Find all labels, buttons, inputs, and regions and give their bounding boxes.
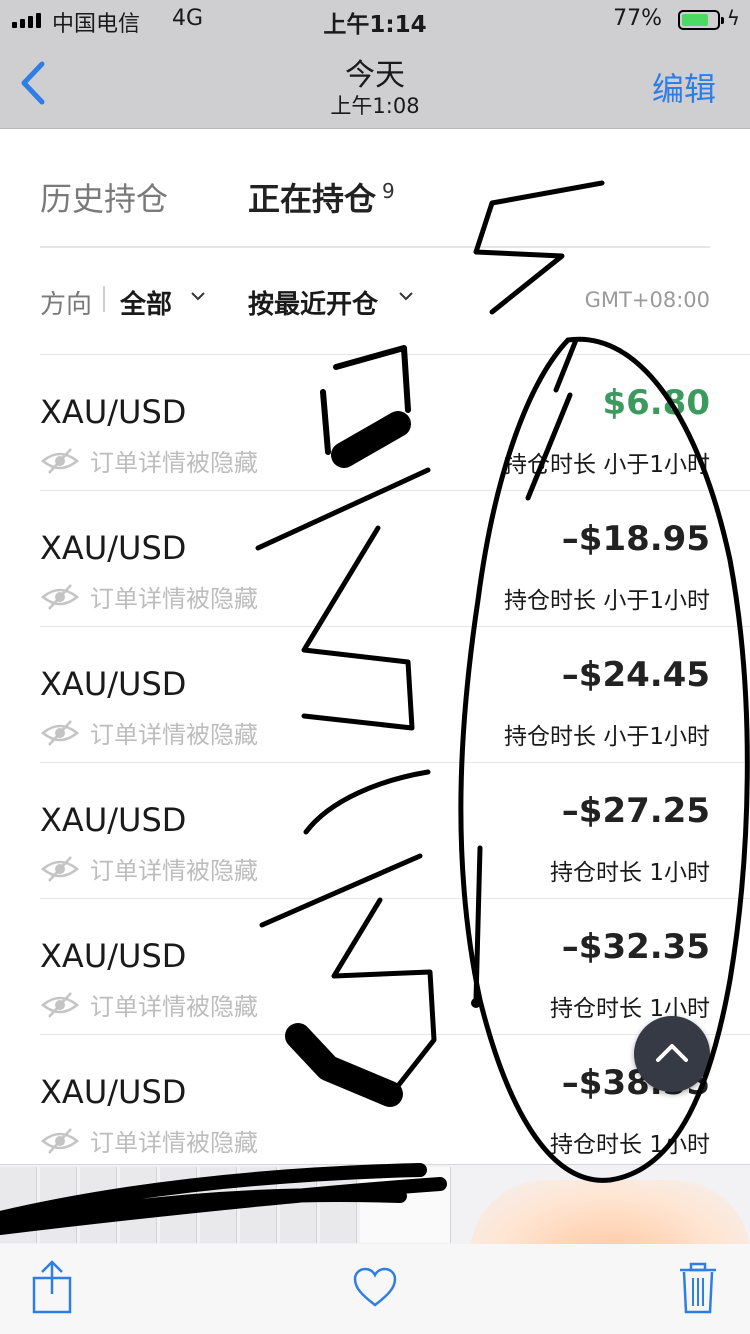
hidden-details: 订单详情被隐藏 xyxy=(40,579,258,614)
position-pnl: –$24.45 xyxy=(561,655,710,695)
battery-fill xyxy=(682,14,708,26)
hidden-details-text: 订单详情被隐藏 xyxy=(90,1129,258,1157)
photo-thumbnail[interactable] xyxy=(240,1167,277,1243)
position-row[interactable]: XAU/USD 订单详情被隐藏 $6.80 持仓时长 小于1小时 xyxy=(40,354,750,490)
open-count-badge: 9 xyxy=(382,179,395,204)
hidden-details-text: 订单详情被隐藏 xyxy=(90,721,258,749)
charging-bolt-icon: ϟ xyxy=(726,6,740,30)
photo-thumbnail[interactable] xyxy=(320,1167,357,1243)
tab-open-positions[interactable]: 正在持仓 9 xyxy=(248,174,395,220)
hidden-details: 订单详情被隐藏 xyxy=(40,443,258,478)
position-row[interactable]: XAU/USD 订单详情被隐藏 –$32.35 持仓时长 1小时 xyxy=(40,898,750,1034)
eye-slash-icon xyxy=(41,1127,79,1154)
eye-slash-icon xyxy=(41,447,79,474)
hidden-details-text: 订单详情被隐藏 xyxy=(90,857,258,885)
trash-icon[interactable] xyxy=(678,1262,718,1314)
direction-label: 方向 xyxy=(40,290,93,320)
position-pnl: –$27.25 xyxy=(561,791,710,831)
photo-thumbnail[interactable] xyxy=(40,1167,77,1243)
position-pnl: –$18.95 xyxy=(561,519,710,559)
hidden-details-text: 订单详情被隐藏 xyxy=(90,993,258,1021)
chevron-up-icon xyxy=(656,1044,688,1062)
edit-button[interactable]: 编辑 xyxy=(652,64,716,110)
eye-slash-icon xyxy=(41,991,79,1018)
filter-divider xyxy=(103,286,105,312)
photo-thumbnail[interactable] xyxy=(120,1167,157,1243)
tab-open-label: 正在持仓 xyxy=(248,180,377,218)
tab-history[interactable]: 历史持仓 xyxy=(40,174,168,220)
timezone-label: GMT+08:00 xyxy=(584,288,710,312)
position-duration: 持仓时长 小于1小时 xyxy=(504,588,710,614)
position-row[interactable]: XAU/USD 订单详情被隐藏 –$24.45 持仓时长 小于1小时 xyxy=(40,626,750,762)
chevron-down-icon[interactable] xyxy=(188,286,208,306)
hidden-details: 订单详情被隐藏 xyxy=(40,987,258,1022)
photo-thumbnail[interactable] xyxy=(360,1167,451,1243)
nav-subtitle: 上午1:08 xyxy=(330,94,420,118)
position-row[interactable]: XAU/USD 订单详情被隐藏 –$18.95 持仓时长 小于1小时 xyxy=(40,490,750,626)
photo-thumbnail[interactable] xyxy=(80,1167,117,1243)
position-symbol: XAU/USD xyxy=(40,393,187,431)
direction-filter[interactable]: 全部 xyxy=(120,284,172,321)
hidden-details: 订单详情被隐藏 xyxy=(40,715,258,750)
eye-slash-icon xyxy=(41,719,79,746)
position-duration: 持仓时长 1小时 xyxy=(550,1132,710,1158)
position-symbol: XAU/USD xyxy=(40,801,187,839)
position-symbol: XAU/USD xyxy=(40,665,187,703)
heart-icon[interactable] xyxy=(352,1266,398,1308)
position-pnl: –$32.35 xyxy=(561,927,710,967)
position-pnl: $6.80 xyxy=(602,383,710,423)
eye-slash-icon xyxy=(41,855,79,882)
sort-filter[interactable]: 按最近开仓 xyxy=(248,284,378,321)
share-icon[interactable] xyxy=(30,1260,74,1316)
position-symbol: XAU/USD xyxy=(40,1073,187,1111)
hidden-details-text: 订单详情被隐藏 xyxy=(90,449,258,477)
position-symbol: XAU/USD xyxy=(40,529,187,567)
hidden-details-text: 订单详情被隐藏 xyxy=(90,585,258,613)
status-bar: 中国电信 4G 上午1:14 77% ϟ xyxy=(0,0,750,40)
position-row[interactable]: XAU/USD 订单详情被隐藏 –$27.25 持仓时长 1小时 xyxy=(40,762,750,898)
photo-viewer-header: 中国电信 4G 上午1:14 77% ϟ 今天 上午1:08 编辑 xyxy=(0,0,750,129)
photo-thumbnail[interactable] xyxy=(0,1167,37,1243)
position-duration: 持仓时长 小于1小时 xyxy=(504,724,710,750)
photo-thumbnail[interactable] xyxy=(160,1167,197,1243)
scroll-top-button[interactable] xyxy=(634,1016,710,1092)
eye-slash-icon xyxy=(41,583,79,610)
position-duration: 持仓时长 1小时 xyxy=(550,860,710,886)
battery-icon xyxy=(678,10,724,30)
chevron-down-icon[interactable] xyxy=(396,286,416,306)
photo-thumbnail[interactable] xyxy=(200,1167,237,1243)
photo-thumbnail[interactable] xyxy=(280,1167,317,1243)
battery-percent: 77% xyxy=(613,6,662,31)
hidden-details: 订单详情被隐藏 xyxy=(40,851,258,886)
filter-bar: 方向 全部 按最近开仓 GMT+08:00 xyxy=(40,272,710,332)
position-duration: 持仓时长 小于1小时 xyxy=(504,452,710,478)
photo-toolbar xyxy=(0,1244,750,1334)
hidden-details: 订单详情被隐藏 xyxy=(40,1123,258,1158)
position-tabs: 历史持仓 正在持仓 9 xyxy=(40,168,710,248)
nav-title: 今天 xyxy=(345,58,405,93)
position-symbol: XAU/USD xyxy=(40,937,187,975)
